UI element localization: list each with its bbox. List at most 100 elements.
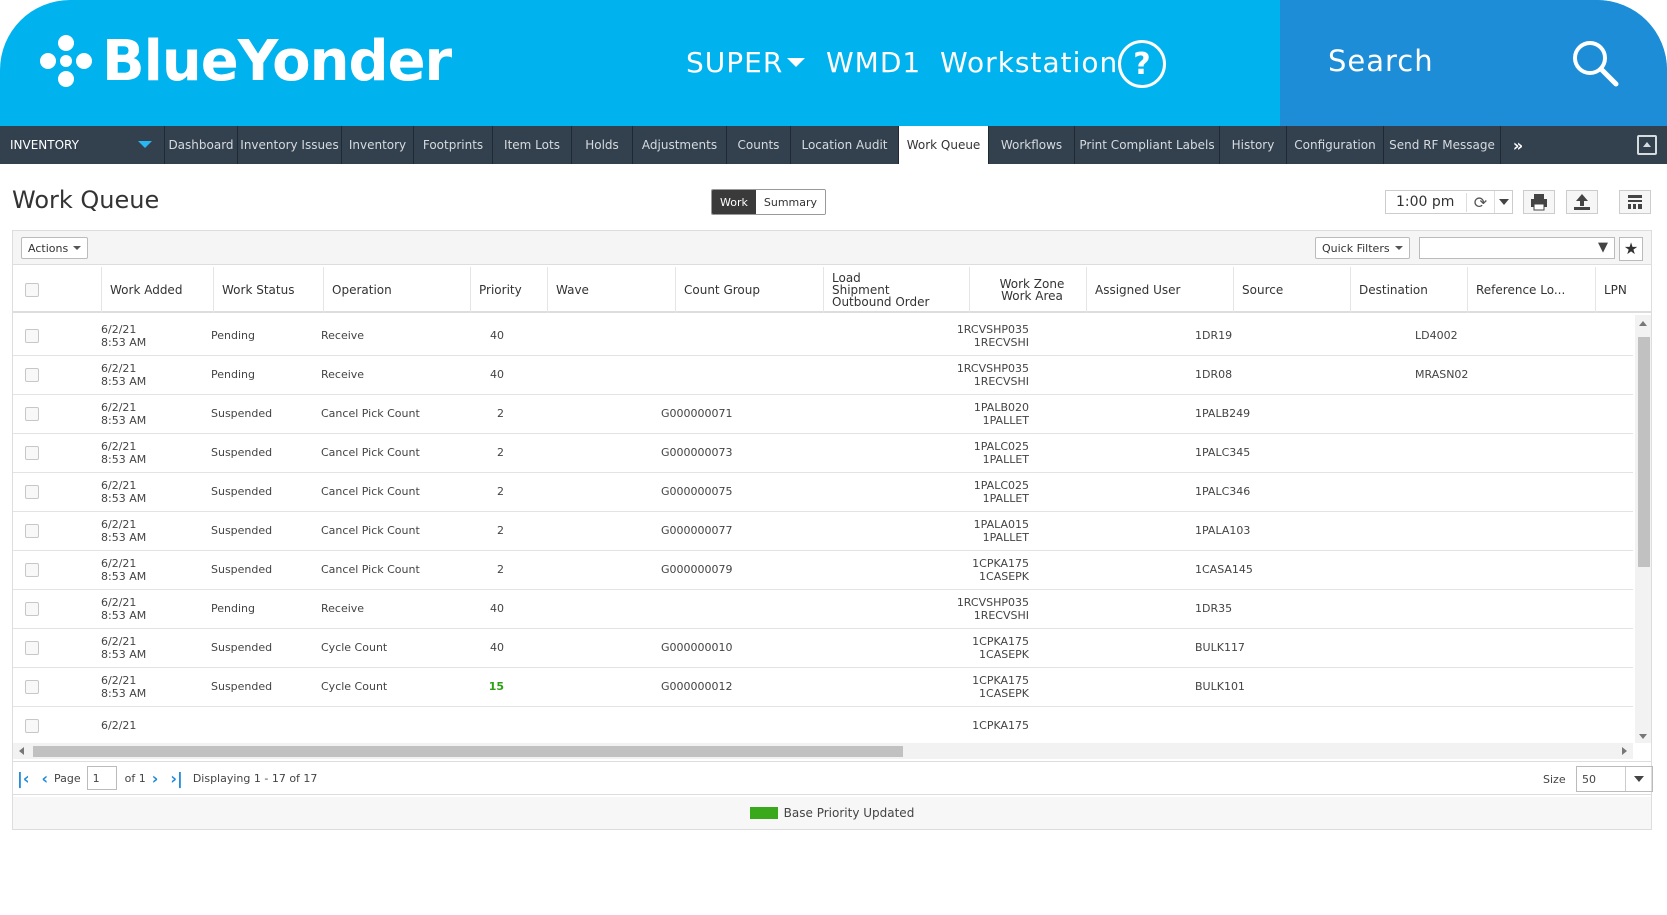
row-checkbox[interactable] [25, 523, 39, 538]
page-number-input[interactable]: 1 [86, 766, 117, 790]
cell-work-zone: 1PALB020 [973, 400, 1029, 414]
quick-filters-label: Quick Filters [1322, 241, 1390, 255]
tab-work-queue[interactable]: Work Queue [899, 126, 989, 164]
refresh-icon[interactable]: ⟳ [1466, 192, 1494, 212]
last-page-icon[interactable]: ›| [170, 769, 182, 788]
workstation-link[interactable]: Workstation [940, 42, 1118, 82]
row-checkbox[interactable] [25, 718, 39, 733]
page-size-select[interactable]: 50 [1576, 766, 1653, 792]
col-priority[interactable]: Priority [470, 267, 547, 313]
view-summary-button[interactable]: Summary [755, 190, 826, 214]
tab-history[interactable]: History [1220, 126, 1287, 164]
blueyonder-logo[interactable]: BlueYonder [38, 29, 452, 94]
col-wave[interactable]: Wave [547, 267, 675, 313]
view-work-button[interactable]: Work [712, 190, 756, 214]
tab-workflows[interactable]: Workflows [989, 126, 1075, 164]
cell-source: 1PALB249 [1195, 407, 1251, 420]
quick-filters-button[interactable]: Quick Filters [1315, 237, 1410, 259]
search-icon[interactable] [1570, 38, 1620, 88]
col-work-status[interactable]: Work Status [213, 267, 323, 313]
table-row[interactable]: 6/2/21 8:53 AM Pending Receive 40 1RCVSHP035 1… [13, 315, 1633, 356]
actions-button[interactable]: Actions [21, 237, 89, 259]
table-row[interactable]: 6/2/21 8:53 AM Suspended Cycle Count G000000… [13, 666, 1633, 707]
tab-inventory[interactable]: Inventory [342, 126, 414, 164]
more-tabs-icon[interactable]: » [1501, 126, 1535, 164]
refresh-control: 1:00 pm ⟳ [1385, 190, 1513, 214]
next-page-icon[interactable]: › [152, 769, 159, 788]
col-count-group[interactable]: Count Group [675, 267, 823, 313]
col-source[interactable]: Source [1233, 267, 1350, 313]
tab-footprints[interactable]: Footprints [414, 126, 493, 164]
chevron-down-icon[interactable] [1625, 767, 1652, 791]
row-checkbox[interactable] [25, 367, 39, 382]
cell-work-added: 6/2/21 8:53 AM [101, 315, 146, 356]
module-selector[interactable]: INVENTORY [0, 126, 165, 164]
global-search[interactable]: Search [1280, 0, 1667, 126]
tab-send-rf-message[interactable]: Send RF Message [1384, 126, 1501, 164]
table-row[interactable]: 6/2/21 8:53 AM Pending Receive 40 1RCVSHP035 1… [13, 354, 1633, 395]
cell-work-area: 1PALLET [982, 491, 1029, 505]
export-button[interactable] [1566, 190, 1598, 214]
layout-button[interactable] [1619, 190, 1651, 214]
vertical-scrollbar[interactable] [1635, 315, 1651, 743]
table-row[interactable]: 6/2/21 8:53 AM Pending Receive 40 1RCVSHP035 1… [13, 588, 1633, 629]
row-checkbox[interactable] [25, 484, 39, 499]
cell-work-added: 6/2/21 8:53 AM [101, 666, 146, 707]
warehouse-selector[interactable]: WMD1 [826, 42, 921, 82]
horizontal-scroll-thumb[interactable] [33, 746, 903, 757]
col-lpn[interactable]: LPN [1595, 267, 1651, 313]
cell-work-zone-area: 1CPKA175 1CASEPK [913, 549, 1029, 590]
tab-configuration[interactable]: Configuration [1287, 126, 1384, 164]
table-row[interactable]: 6/2/21 8:53 AM Suspended Cancel Pick Count G… [13, 432, 1633, 473]
row-checkbox[interactable] [25, 406, 39, 421]
table-row[interactable]: 6/2/21 8:53 AM Suspended Cancel Pick Count G… [13, 393, 1633, 434]
tab-holds[interactable]: Holds [572, 126, 633, 164]
favorite-star-icon[interactable]: ★ [1619, 237, 1643, 261]
filter-icon[interactable]: ▼ [1598, 240, 1608, 255]
row-checkbox[interactable] [25, 601, 39, 616]
tab-location-audit[interactable]: Location Audit [791, 126, 899, 164]
tab-adjustments[interactable]: Adjustments [633, 126, 727, 164]
row-checkbox[interactable] [25, 640, 39, 655]
row-checkbox[interactable] [25, 562, 39, 577]
col-work-added[interactable]: Work Added [101, 267, 213, 313]
select-all-checkbox[interactable] [25, 283, 39, 297]
scroll-right-icon[interactable] [1622, 747, 1627, 755]
scroll-left-icon[interactable] [19, 747, 24, 755]
cell-work-zone-area: 1RCVSHP035 1RECVSHI [913, 315, 1029, 356]
print-button[interactable] [1523, 190, 1555, 214]
table-row[interactable]: 6/2/21 8:53 AM Suspended Cancel Pick Count G… [13, 549, 1633, 590]
table-row[interactable]: 6/2/21 8:53 AM Suspended Cycle Count G000000… [13, 627, 1633, 668]
row-checkbox[interactable] [25, 328, 39, 343]
col-assigned-user[interactable]: Assigned User [1086, 267, 1233, 313]
col-destination[interactable]: Destination [1350, 267, 1467, 313]
row-checkbox[interactable] [25, 445, 39, 460]
vertical-scroll-thumb[interactable] [1638, 337, 1650, 567]
horizontal-scrollbar[interactable] [13, 743, 1633, 759]
user-menu[interactable]: SUPER [686, 42, 806, 82]
tab-print-compliant-labels[interactable]: Print Compliant Labels [1075, 126, 1220, 164]
tab-item-lots[interactable]: Item Lots [493, 126, 572, 164]
table-row[interactable]: 6/2/21 1CPKA175 [13, 705, 1633, 743]
first-page-icon[interactable]: |‹ [17, 769, 29, 788]
col-reference-location[interactable]: Reference Lo... [1467, 267, 1595, 313]
cell-work-zone: 1PALC025 [973, 478, 1029, 492]
collapse-header-icon[interactable] [1637, 135, 1657, 155]
table-row[interactable]: 6/2/21 8:53 AM Suspended Cancel Pick Count G… [13, 510, 1633, 551]
tab-inventory-issues[interactable]: Inventory Issues [238, 126, 342, 164]
row-checkbox[interactable] [25, 679, 39, 694]
col-operation[interactable]: Operation [323, 267, 470, 313]
help-icon[interactable]: ? [1118, 40, 1166, 88]
tab-dashboard[interactable]: Dashboard [165, 126, 238, 164]
previous-page-icon[interactable]: ‹ [41, 769, 48, 788]
view-toggle: Work Summary [711, 189, 827, 215]
col-load-shipment-order[interactable]: Load Shipment Outbound Order [823, 267, 969, 313]
scroll-up-icon[interactable] [1639, 321, 1647, 326]
col-work-zone-area[interactable]: Work Zone Work Area [969, 267, 1086, 313]
scroll-down-icon[interactable] [1639, 734, 1647, 739]
cell-work-added: 6/2/21 8:53 AM [101, 627, 146, 668]
table-row[interactable]: 6/2/21 8:53 AM Suspended Cancel Pick Count G… [13, 471, 1633, 512]
refresh-interval-dropdown[interactable] [1494, 191, 1512, 213]
quick-filter-input[interactable]: ▼ [1419, 237, 1615, 259]
tab-counts[interactable]: Counts [727, 126, 791, 164]
